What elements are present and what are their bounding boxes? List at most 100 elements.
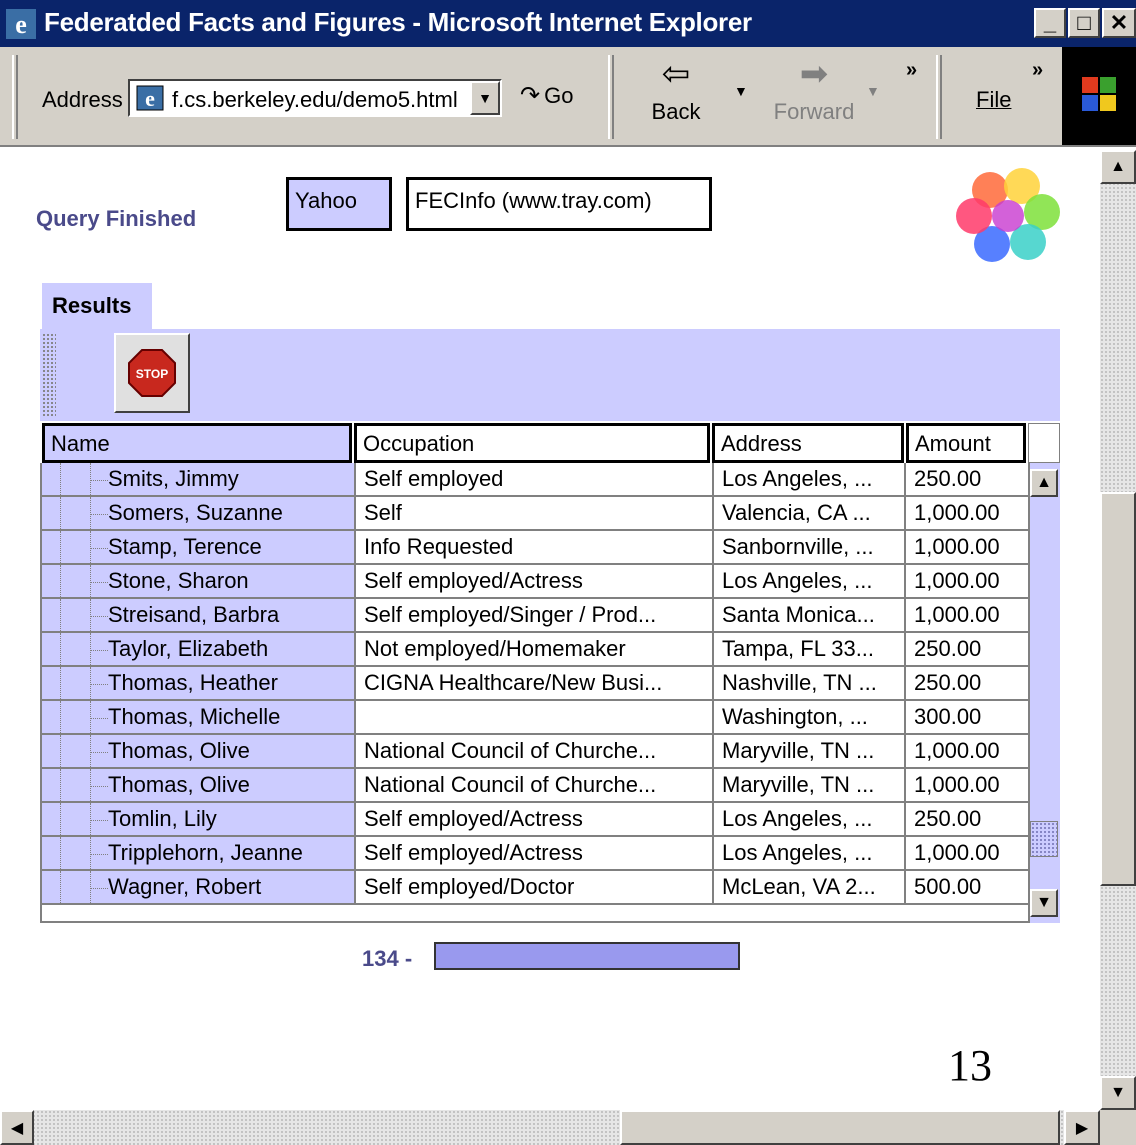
back-arrow-icon: ⇦	[661, 55, 691, 93]
go-button[interactable]: ↷ Go	[520, 81, 573, 110]
cell-address: Los Angeles, ...	[714, 837, 906, 871]
column-header-amount[interactable]: Amount	[906, 423, 1026, 463]
cell-occupation: National Council of Churche...	[356, 769, 714, 803]
tree-guide-line	[60, 701, 62, 735]
progress-bar	[434, 942, 740, 970]
minimize-button[interactable]: _	[1034, 8, 1066, 38]
table-row[interactable]: Thomas, Michelle Washington, ... 300.00	[42, 701, 1028, 735]
table-scroll-down-button[interactable]: ▼	[1030, 889, 1058, 917]
toolbar-grip[interactable]	[936, 55, 942, 139]
forward-button[interactable]: ➡ Forward	[764, 57, 864, 137]
table-scrollbar[interactable]: ▲ ▼	[1028, 463, 1060, 923]
cell-occupation: Self employed	[356, 463, 714, 497]
page-scroll-right-button[interactable]: ▶	[1064, 1110, 1100, 1145]
menu-chevron-icon[interactable]: »	[1032, 59, 1043, 82]
close-button[interactable]: ✕	[1102, 8, 1136, 38]
maximize-button[interactable]: □	[1068, 8, 1100, 38]
tab-results[interactable]: Results	[42, 283, 152, 329]
tree-branch-line	[90, 854, 108, 855]
forward-dropdown-icon: ▼	[866, 83, 880, 99]
toolbar-grip[interactable]	[608, 55, 614, 139]
cell-address: Los Angeles, ...	[714, 463, 906, 497]
stop-sign-icon: STOP	[128, 349, 176, 397]
page-scroll-down-button[interactable]: ▼	[1100, 1076, 1136, 1110]
address-input[interactable]: f.cs.berkeley.edu/demo5.html	[172, 87, 458, 113]
page-scroll-thumb[interactable]	[1100, 492, 1136, 886]
ie-logo-icon: e	[6, 9, 36, 39]
cell-amount: 1,000.00	[906, 599, 1028, 633]
cell-occupation: Self employed/Singer / Prod...	[356, 599, 714, 633]
table-scroll-thumb[interactable]	[1030, 821, 1058, 857]
column-header-occupation[interactable]: Occupation	[354, 423, 710, 463]
cell-occupation: Self employed/Actress	[356, 565, 714, 599]
page-horizontal-scrollbar[interactable]: ◀ ▶	[0, 1110, 1100, 1145]
back-dropdown-icon[interactable]: ▼	[734, 83, 748, 99]
table-row[interactable]: Streisand, Barbra Self employed/Singer / …	[42, 599, 1028, 633]
cell-occupation	[356, 701, 714, 735]
page-icon: e	[136, 85, 164, 111]
scrollbar-corner	[1100, 1110, 1136, 1145]
results-table: Smits, Jimmy Self employed Los Angeles, ..…	[40, 463, 1028, 923]
cell-address: Tampa, FL 33...	[714, 633, 906, 667]
source-yahoo[interactable]: Yahoo	[286, 177, 392, 231]
tree-branch-line	[90, 650, 108, 651]
column-header-name[interactable]: Name	[42, 423, 352, 463]
source-fecinfo[interactable]: FECInfo (www.tray.com)	[406, 177, 712, 231]
column-header-corner	[1028, 423, 1060, 463]
table-row[interactable]: Smits, Jimmy Self employed Los Angeles, ..…	[42, 463, 1028, 497]
column-header-address[interactable]: Address	[712, 423, 904, 463]
tree-branch-line	[90, 514, 108, 515]
address-label: Address	[42, 87, 123, 112]
panel-grip[interactable]	[42, 333, 56, 417]
query-status: Query Finished	[36, 206, 197, 231]
result-count: 134 -	[362, 946, 413, 971]
tree-guide-line	[60, 735, 62, 769]
stop-button[interactable]: STOP	[114, 333, 190, 413]
tree-branch-line	[90, 820, 108, 821]
forward-label: Forward	[773, 99, 855, 124]
tree-branch-line	[90, 718, 108, 719]
address-dropdown-button[interactable]: ▼	[470, 81, 500, 115]
toolbar-grip[interactable]	[12, 55, 18, 139]
cell-address: Maryville, TN ...	[714, 769, 906, 803]
cell-amount: 1,000.00	[906, 531, 1028, 565]
page-scrollbar[interactable]: ▲ ▼	[1100, 150, 1136, 1110]
page-scroll-left-button[interactable]: ◀	[0, 1110, 34, 1145]
tree-branch-line	[90, 752, 108, 753]
cell-amount: 250.00	[906, 803, 1028, 837]
back-button[interactable]: ⇦ Back	[636, 57, 716, 137]
table-row[interactable]: Tripplehorn, Jeanne Self employed/Actress…	[42, 837, 1028, 871]
table-row[interactable]: Thomas, Olive National Council of Churche…	[42, 735, 1028, 769]
cell-amount: 1,000.00	[906, 565, 1028, 599]
table-row[interactable]: Somers, Suzanne Self Valencia, CA ... 1,000…	[42, 497, 1028, 531]
tree-branch-line	[90, 786, 108, 787]
svg-text:e: e	[15, 10, 27, 39]
table-row[interactable]: Thomas, Heather CIGNA Healthcare/New Busi…	[42, 667, 1028, 701]
file-menu[interactable]: File	[976, 87, 1011, 113]
cell-occupation: CIGNA Healthcare/New Busi...	[356, 667, 714, 701]
cell-occupation: National Council of Churche...	[356, 735, 714, 769]
cell-amount: 1,000.00	[906, 769, 1028, 803]
cell-address: Los Angeles, ...	[714, 565, 906, 599]
cell-address: Valencia, CA ...	[714, 497, 906, 531]
table-scroll-up-button[interactable]: ▲	[1030, 469, 1058, 497]
cell-occupation: Info Requested	[356, 531, 714, 565]
windows-logo-icon	[1062, 47, 1136, 145]
tree-branch-line	[90, 616, 108, 617]
table-row[interactable]: Thomas, Olive National Council of Churche…	[42, 769, 1028, 803]
cell-amount: 1,000.00	[906, 837, 1028, 871]
progress-bar-fill	[436, 944, 738, 968]
table-row[interactable]: Wagner, Robert Self employed/Doctor McLean…	[42, 871, 1028, 905]
toolbar-chevron-icon[interactable]: »	[906, 59, 917, 82]
table-row[interactable]: Stamp, Terence Info Requested Sanbornville…	[42, 531, 1028, 565]
table-row[interactable]: Stone, Sharon Self employed/Actress Los An…	[42, 565, 1028, 599]
cell-address: Nashville, TN ...	[714, 667, 906, 701]
forward-arrow-icon: ➡	[799, 55, 829, 93]
page-horizontal-scroll-thumb[interactable]	[620, 1110, 1060, 1145]
table-row[interactable]: Tomlin, Lily Self employed/Actress Los Ang…	[42, 803, 1028, 837]
tree-branch-line	[90, 888, 108, 889]
page-scroll-up-button[interactable]: ▲	[1100, 150, 1136, 184]
cell-occupation: Self employed/Actress	[356, 837, 714, 871]
address-bar[interactable]: e f.cs.berkeley.edu/demo5.html ▼	[128, 79, 502, 117]
table-row[interactable]: Taylor, Elizabeth Not employed/Homemaker T…	[42, 633, 1028, 667]
